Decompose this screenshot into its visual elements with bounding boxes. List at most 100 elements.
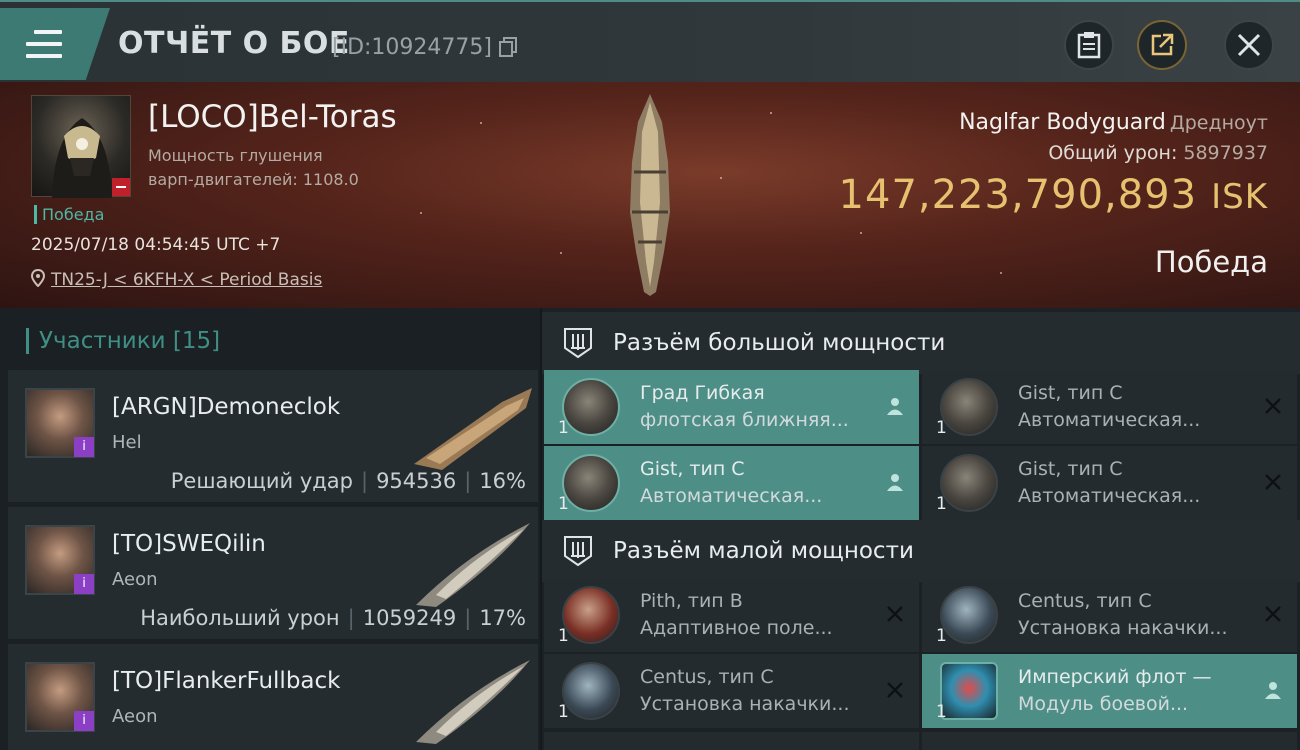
module-slot[interactable]: 1 Gist, тип C Автоматическая... [544,446,919,520]
fitting-panel: Разъём большой мощности 1 Град Гибкая фл… [542,308,1300,750]
module-name: Град Гибкая [640,382,765,404]
module-slot[interactable] [922,732,1297,750]
participant-name: [ARGN]Demoneclok [112,394,341,420]
location-link[interactable]: TN25-J < 6KFH-X < Period Basis [51,270,322,290]
module-slot[interactable]: 1 Gist, тип C Автоматическая... [922,370,1297,444]
person-icon[interactable] [885,472,905,492]
module-name: Gist, тип C [640,458,745,480]
victim-name[interactable]: [LOCO]Bel-Toras [148,99,397,135]
high-slot-icon [564,328,592,359]
person-icon[interactable] [1263,680,1283,700]
battle-result: Победа [1154,245,1268,279]
victim-status: Победа [34,205,104,224]
module-qty: 1 [558,418,569,438]
report-list-button[interactable] [1064,20,1114,70]
close-icon[interactable] [885,680,905,700]
participant-damage: 1059249 [362,606,457,630]
share-button[interactable] [1137,20,1187,70]
module-desc: Установка накачки... [1018,617,1228,639]
close-icon [1237,33,1261,57]
participant-role: Решающий удар [170,469,353,493]
person-icon[interactable] [885,396,905,416]
module-name: Gist, тип C [1018,382,1123,404]
hamburger-icon [26,30,62,58]
report-id: [ID:10924775] [332,35,492,60]
module-name: Centus, тип C [640,666,774,688]
ship-name[interactable]: Naglfar Bodyguard [959,110,1166,135]
participant-name: [TO]SWEQilin [112,531,266,557]
module-name: Gist, тип C [1018,458,1123,480]
module-desc: Автоматическая... [640,485,823,507]
isk-value: 147,223,790,893 ISK [839,172,1268,218]
isk-amount: 147,223,790,893 [838,172,1198,218]
participant-row[interactable]: i [ARGN]Demoneclok Hel Решающий удар | 954… [8,370,538,504]
ship-image [630,94,670,296]
ship-class: Дредноут [1169,112,1268,134]
module-slot[interactable]: 1 Pith, тип B Адаптивное поле... [544,578,919,652]
participant-row[interactable]: i [TO]SWEQilin Aeon Наибольший урон | 1059… [8,507,538,641]
clipboard-icon [1077,32,1101,59]
victim-ship: Naglfar Bodyguard Дредноут [959,110,1268,135]
isk-unit: ISK [1211,177,1268,217]
module-qty: 1 [936,626,947,646]
module-desc: Модуль боевой... [1018,693,1189,715]
module-slot[interactable] [544,732,919,750]
total-damage: Общий урон: 5897937 [1048,142,1268,164]
module-desc: Адаптивное поле... [640,617,833,639]
copy-icon[interactable] [499,37,517,57]
participant-avatar: i [25,662,95,732]
victim-stat-line2: варп-двигателей: 1108.0 [148,170,359,189]
module-slot[interactable]: 1 Град Гибкая флотская ближняя... [544,370,919,444]
participants-panel: Участники [15] i [ARGN]Demoneclok Hel Ре… [0,308,540,750]
participant-avatar: i [25,388,95,458]
module-slot[interactable]: 1 Centus, тип C Установка накачки... [544,654,919,728]
participant-ship: Aeon [112,569,158,590]
participants-title[interactable]: Участники [15] [26,328,220,354]
module-qty: 1 [558,494,569,514]
module-qty: 1 [558,626,569,646]
victim-stat-line1: Мощность глушения [148,146,323,165]
kill-datetime: 2025/07/18 04:54:45 UTC +7 [31,235,281,255]
corp-badge-icon: i [74,574,94,594]
external-link-icon [1151,33,1174,56]
module-slot[interactable]: 1 Gist, тип C Автоматическая... [922,446,1297,520]
shield-module-icon [562,662,620,720]
victim-stat: Мощность глушения варп-двигателей: 1108.… [148,144,378,192]
participant-avatar: i [25,525,95,595]
participant-ship-image [416,523,530,607]
low-slot-title: Разъём малой мощности [613,538,914,564]
participant-ship-image [414,388,532,470]
menu-button[interactable] [0,8,110,80]
module-qty: 1 [936,494,947,514]
location-pin-icon [30,268,46,288]
close-icon[interactable] [1263,396,1283,416]
module-desc: флотская ближняя... [640,409,849,431]
shield-module-icon [940,586,998,644]
kill-location[interactable]: TN25-J < 6KFH-X < Period Basis [30,268,322,290]
low-slot-header: Разъём малой мощности [542,520,1300,582]
module-desc: Установка накачки... [640,693,850,715]
close-icon[interactable] [1263,604,1283,624]
participant-name: [TO]FlankerFullback [112,668,341,694]
damage-module-icon [940,662,998,720]
close-button[interactable] [1224,20,1274,70]
low-slot-icon [564,536,592,567]
module-slot[interactable]: 1 Имперский флот — Модуль боевой... [922,654,1297,728]
corp-badge-icon: i [74,711,94,731]
total-damage-value: 5897937 [1183,142,1268,164]
module-slot[interactable]: 1 Centus, тип C Установка накачки... [922,578,1297,652]
module-name: Имперский флот — [1018,666,1212,688]
page-title: ОТЧЁТ О БОЕ [118,26,350,61]
close-icon[interactable] [1263,472,1283,492]
turret-icon [940,454,998,512]
turret-icon [562,454,620,512]
close-icon[interactable] [885,604,905,624]
module-qty: 1 [558,702,569,722]
module-desc: Автоматическая... [1018,485,1201,507]
module-qty: 1 [936,418,947,438]
module-name: Pith, тип B [640,590,743,612]
participant-damage: 954536 [376,469,457,493]
victim-avatar[interactable] [31,95,131,198]
participant-row[interactable]: i [TO]FlankerFullback Aeon [8,644,538,750]
module-name: Centus, тип C [1018,590,1152,612]
